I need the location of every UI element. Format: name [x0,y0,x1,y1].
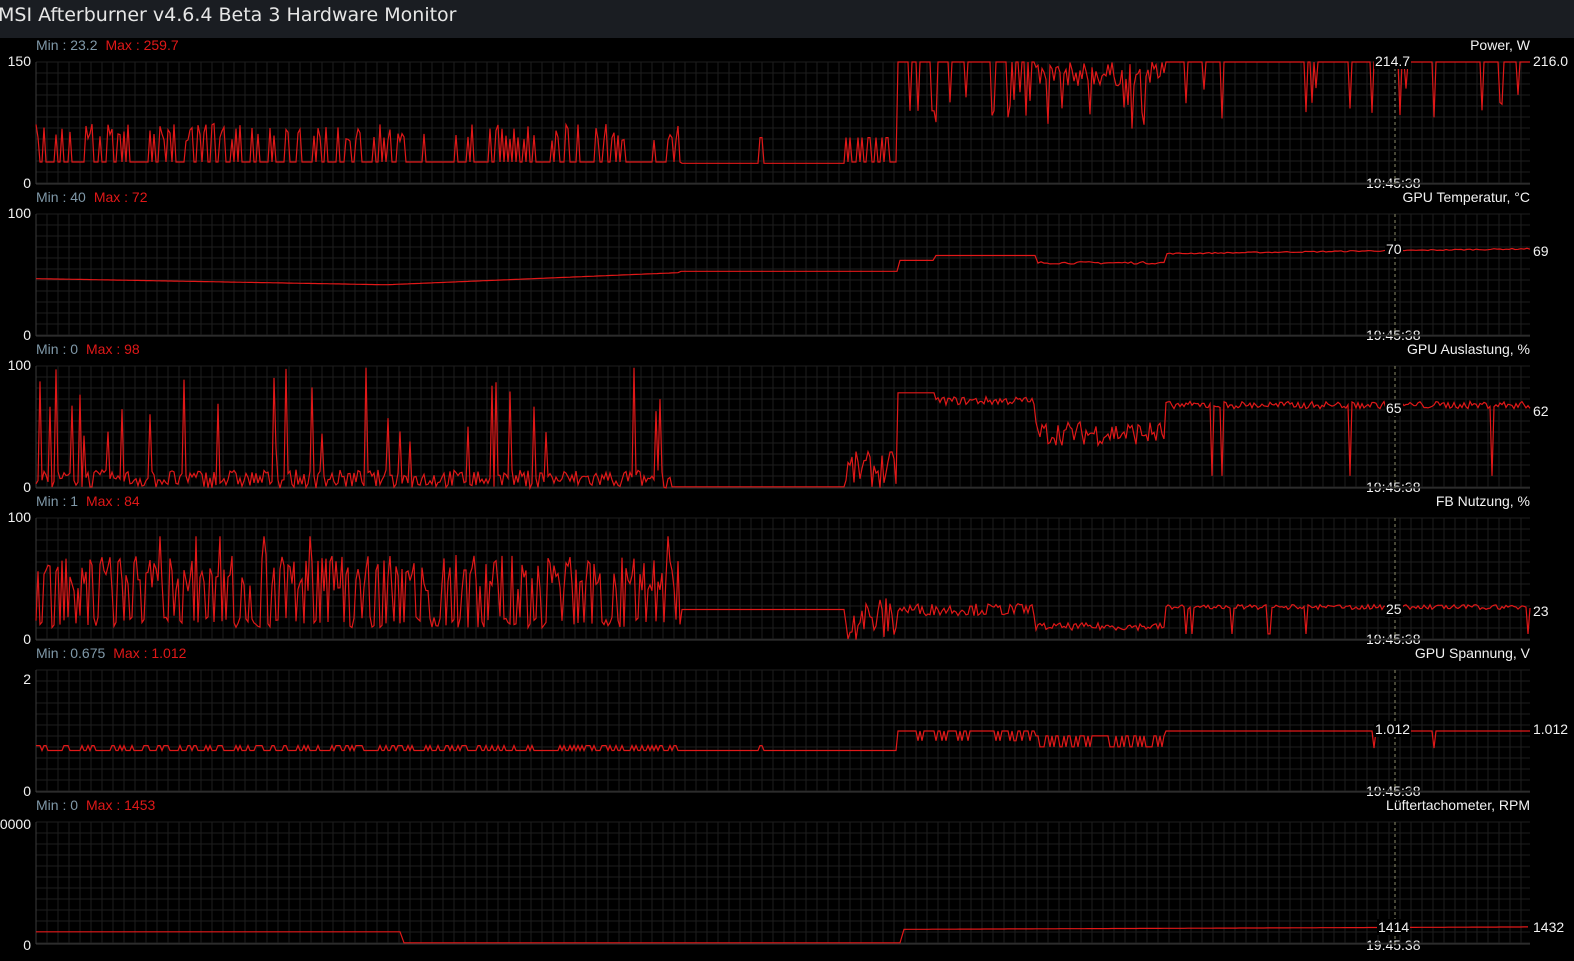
window-title: MSI Afterburner v4.6.4 Beta 3 Hardware M… [0,4,457,26]
monitor-panel-fan-tach: Min : 0 Max : 1453 Lüftertachometer, RPM … [0,797,1574,953]
cursor-value: 1.012 [1374,721,1412,737]
y-axis-max: 100 [7,357,31,373]
grid [35,213,1530,337]
y-axis-min: 0 [23,479,31,495]
monitor-panel-temperature: Min : 40 Max : 72 GPU Temperatur, °C 100 … [0,189,1574,343]
trace-line [35,536,1531,640]
voltage-graph[interactable] [35,669,1530,793]
current-value: 62 [1532,403,1550,419]
grid [35,61,1530,185]
cursor-value: 25 [1385,601,1403,617]
temperature-graph[interactable] [35,213,1531,337]
trace-line [36,247,1531,286]
cursor-value: 70 [1385,241,1403,257]
grid [35,365,1530,489]
graph-title: GPU Auslastung, % [1407,341,1530,357]
y-axis-max: 2 [23,671,31,687]
graph-title: GPU Temperatur, °C [1402,189,1531,205]
y-axis-min: 0 [23,327,31,343]
monitor-panel-power: Min : 23.2 Max : 259.7 Power, W 150 0 19:… [0,37,1574,191]
cursor-value: 214.7 [1374,53,1412,69]
grid [35,821,1530,945]
current-value: 1432 [1532,919,1566,935]
minmax-label: Min : 0 Max : 1453 [36,797,156,813]
monitor-panel-fb-usage: Min : 1 Max : 84 FB Nutzung, % 100 0 19:4… [0,493,1574,647]
y-axis-min: 0 [23,631,31,647]
trace-line [36,926,1528,944]
fb-usage-graph[interactable] [35,517,1531,641]
y-axis-max: 10000 [0,816,31,832]
y-axis-max: 100 [7,509,31,525]
trace-line [36,730,1530,753]
graph-title: Power, W [1470,37,1530,53]
monitor-panel-gpu-load: Min : 0 Max : 98 GPU Auslastung, % 100 0 … [0,341,1574,495]
y-axis-max: 150 [7,53,31,69]
current-value: 23 [1532,603,1550,619]
minmax-label: Min : 40 Max : 72 [36,189,148,205]
cursor-value: 65 [1385,400,1403,416]
y-axis-min: 0 [23,175,31,191]
graph-title: GPU Spannung, V [1414,645,1530,661]
power-graph[interactable] [35,61,1530,185]
fan-tach-graph[interactable] [35,821,1530,945]
gpu-load-graph[interactable] [35,365,1531,491]
current-value: 69 [1532,243,1550,259]
y-axis-min: 0 [23,937,31,953]
current-value: 1.012 [1532,721,1570,737]
graph-title: FB Nutzung, % [1435,493,1530,509]
minmax-label: Min : 0 Max : 98 [36,341,140,357]
graph-title: Lüftertachometer, RPM [1386,797,1530,813]
window-titlebar[interactable]: MSI Afterburner v4.6.4 Beta 3 Hardware M… [0,0,1574,38]
trace-line [35,61,1530,164]
minmax-label: Min : 0.675 Max : 1.012 [36,645,187,661]
y-axis-max: 100 [7,205,31,221]
minmax-label: Min : 23.2 Max : 259.7 [36,37,179,53]
monitor-panel-voltage: Min : 0.675 Max : 1.012 GPU Spannung, V 2… [0,645,1574,799]
trace-line [35,367,1531,491]
minmax-label: Min : 1 Max : 84 [36,493,140,509]
y-axis-min: 0 [23,783,31,799]
current-value: 216.0 [1532,53,1570,69]
cursor-value: 1414 [1377,919,1411,935]
